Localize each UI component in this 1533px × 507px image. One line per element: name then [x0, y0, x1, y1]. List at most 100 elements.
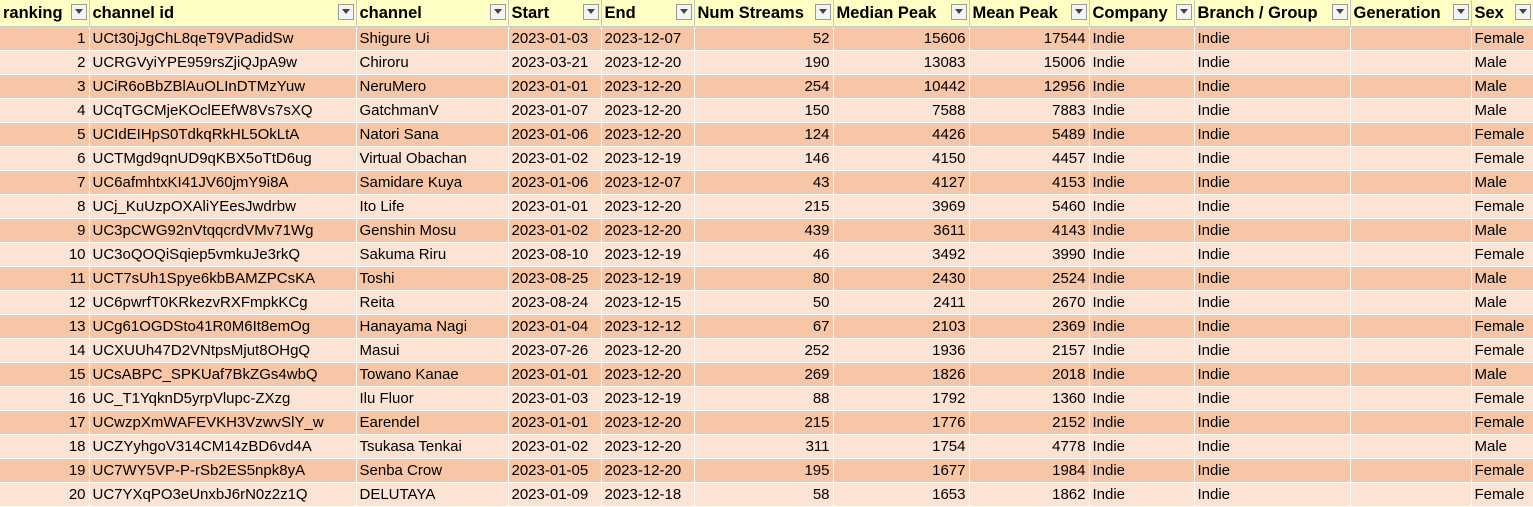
cell-channel-id[interactable]: UC3pCWG92nVtqqcrdVMv71Wg [89, 218, 357, 243]
cell-start[interactable]: 2023-03-21 [508, 50, 602, 75]
cell-channel[interactable]: Hanayama Nagi [356, 314, 509, 339]
cell-generation[interactable] [1350, 482, 1472, 507]
column-header[interactable]: Num Streams [694, 0, 834, 27]
cell-sex[interactable]: Female [1471, 338, 1533, 363]
cell-num-streams[interactable]: 254 [694, 74, 834, 99]
cell-sex[interactable]: Male [1471, 98, 1533, 123]
cell-start[interactable]: 2023-01-02 [508, 218, 602, 243]
cell-end[interactable]: 2023-12-20 [601, 74, 695, 99]
filter-dropdown-button[interactable] [582, 4, 599, 20]
cell-branch[interactable]: Indie [1194, 314, 1351, 339]
column-header[interactable]: End [601, 0, 695, 27]
cell-start[interactable]: 2023-01-07 [508, 98, 602, 123]
cell-sex[interactable]: Female [1471, 146, 1533, 171]
cell-ranking[interactable]: 6 [0, 146, 90, 171]
cell-ranking[interactable]: 18 [0, 434, 90, 459]
cell-company[interactable]: Indie [1089, 74, 1195, 99]
cell-channel[interactable]: Earendel [356, 410, 509, 435]
cell-channel[interactable]: NeruMero [356, 74, 509, 99]
cell-sex[interactable]: Female [1471, 386, 1533, 411]
cell-end[interactable]: 2023-12-20 [601, 362, 695, 387]
cell-branch[interactable]: Indie [1194, 482, 1351, 507]
cell-branch[interactable]: Indie [1194, 434, 1351, 459]
cell-channel-id[interactable]: UCZYyhgoV314CM14zBD6vd4A [89, 434, 357, 459]
cell-channel-id[interactable]: UCsABPC_SPKUaf7BkZGs4wbQ [89, 362, 357, 387]
cell-end[interactable]: 2023-12-07 [601, 170, 695, 195]
cell-channel[interactable]: Shigure Ui [356, 26, 509, 51]
cell-num-streams[interactable]: 195 [694, 458, 834, 483]
cell-channel-id[interactable]: UCRGVyiYPE959rsZjiQJpA9w [89, 50, 357, 75]
cell-sex[interactable]: Male [1471, 362, 1533, 387]
cell-channel-id[interactable]: UC6afmhtxKI41JV60jmY9i8A [89, 170, 357, 195]
cell-sex[interactable]: Female [1471, 122, 1533, 147]
cell-end[interactable]: 2023-12-20 [601, 458, 695, 483]
cell-ranking[interactable]: 16 [0, 386, 90, 411]
cell-end[interactable]: 2023-12-15 [601, 290, 695, 315]
cell-channel[interactable]: Samidare Kuya [356, 170, 509, 195]
cell-generation[interactable] [1350, 410, 1472, 435]
filter-dropdown-button[interactable] [814, 4, 831, 20]
cell-generation[interactable] [1350, 194, 1472, 219]
cell-end[interactable]: 2023-12-19 [601, 242, 695, 267]
cell-end[interactable]: 2023-12-19 [601, 266, 695, 291]
cell-company[interactable]: Indie [1089, 26, 1195, 51]
cell-median-peak[interactable]: 1826 [833, 362, 970, 387]
cell-branch[interactable]: Indie [1194, 146, 1351, 171]
cell-mean-peak[interactable]: 3990 [969, 242, 1090, 267]
cell-ranking[interactable]: 14 [0, 338, 90, 363]
cell-company[interactable]: Indie [1089, 386, 1195, 411]
cell-mean-peak[interactable]: 5460 [969, 194, 1090, 219]
filter-dropdown-button[interactable] [1514, 4, 1531, 20]
cell-channel-id[interactable]: UC7WY5VP-P-rSb2ES5npk8yA [89, 458, 357, 483]
cell-sex[interactable]: Female [1471, 242, 1533, 267]
cell-generation[interactable] [1350, 98, 1472, 123]
cell-generation[interactable] [1350, 26, 1472, 51]
cell-num-streams[interactable]: 50 [694, 290, 834, 315]
cell-end[interactable]: 2023-12-18 [601, 482, 695, 507]
cell-median-peak[interactable]: 15606 [833, 26, 970, 51]
cell-median-peak[interactable]: 1754 [833, 434, 970, 459]
cell-median-peak[interactable]: 7588 [833, 98, 970, 123]
cell-company[interactable]: Indie [1089, 482, 1195, 507]
cell-start[interactable]: 2023-01-01 [508, 74, 602, 99]
cell-num-streams[interactable]: 311 [694, 434, 834, 459]
column-header[interactable]: ranking [0, 0, 90, 27]
cell-company[interactable]: Indie [1089, 194, 1195, 219]
cell-generation[interactable] [1350, 314, 1472, 339]
cell-branch[interactable]: Indie [1194, 362, 1351, 387]
cell-median-peak[interactable]: 1653 [833, 482, 970, 507]
cell-end[interactable]: 2023-12-20 [601, 434, 695, 459]
cell-ranking[interactable]: 7 [0, 170, 90, 195]
cell-channel-id[interactable]: UCwzpXmWAFEVKH3VzwvSlY_w [89, 410, 357, 435]
cell-mean-peak[interactable]: 1862 [969, 482, 1090, 507]
cell-mean-peak[interactable]: 15006 [969, 50, 1090, 75]
cell-end[interactable]: 2023-12-07 [601, 26, 695, 51]
cell-mean-peak[interactable]: 2018 [969, 362, 1090, 387]
cell-num-streams[interactable]: 80 [694, 266, 834, 291]
cell-generation[interactable] [1350, 386, 1472, 411]
column-header[interactable]: Company [1089, 0, 1195, 27]
cell-branch[interactable]: Indie [1194, 74, 1351, 99]
cell-ranking[interactable]: 3 [0, 74, 90, 99]
cell-mean-peak[interactable]: 7883 [969, 98, 1090, 123]
cell-median-peak[interactable]: 2103 [833, 314, 970, 339]
cell-num-streams[interactable]: 190 [694, 50, 834, 75]
cell-channel[interactable]: Towano Kanae [356, 362, 509, 387]
cell-num-streams[interactable]: 146 [694, 146, 834, 171]
cell-sex[interactable]: Male [1471, 74, 1533, 99]
filter-dropdown-button[interactable] [1070, 4, 1087, 20]
cell-end[interactable]: 2023-12-20 [601, 98, 695, 123]
cell-start[interactable]: 2023-07-26 [508, 338, 602, 363]
column-header[interactable]: channel id [89, 0, 357, 27]
cell-channel[interactable]: Sakuma Riru [356, 242, 509, 267]
cell-mean-peak[interactable]: 1360 [969, 386, 1090, 411]
cell-end[interactable]: 2023-12-20 [601, 218, 695, 243]
cell-num-streams[interactable]: 52 [694, 26, 834, 51]
cell-median-peak[interactable]: 1936 [833, 338, 970, 363]
cell-generation[interactable] [1350, 74, 1472, 99]
cell-channel-id[interactable]: UC6pwrfT0KRkezvRXFmpkKCg [89, 290, 357, 315]
cell-channel[interactable]: Senba Crow [356, 458, 509, 483]
cell-median-peak[interactable]: 4150 [833, 146, 970, 171]
cell-channel[interactable]: Natori Sana [356, 122, 509, 147]
cell-ranking[interactable]: 17 [0, 410, 90, 435]
